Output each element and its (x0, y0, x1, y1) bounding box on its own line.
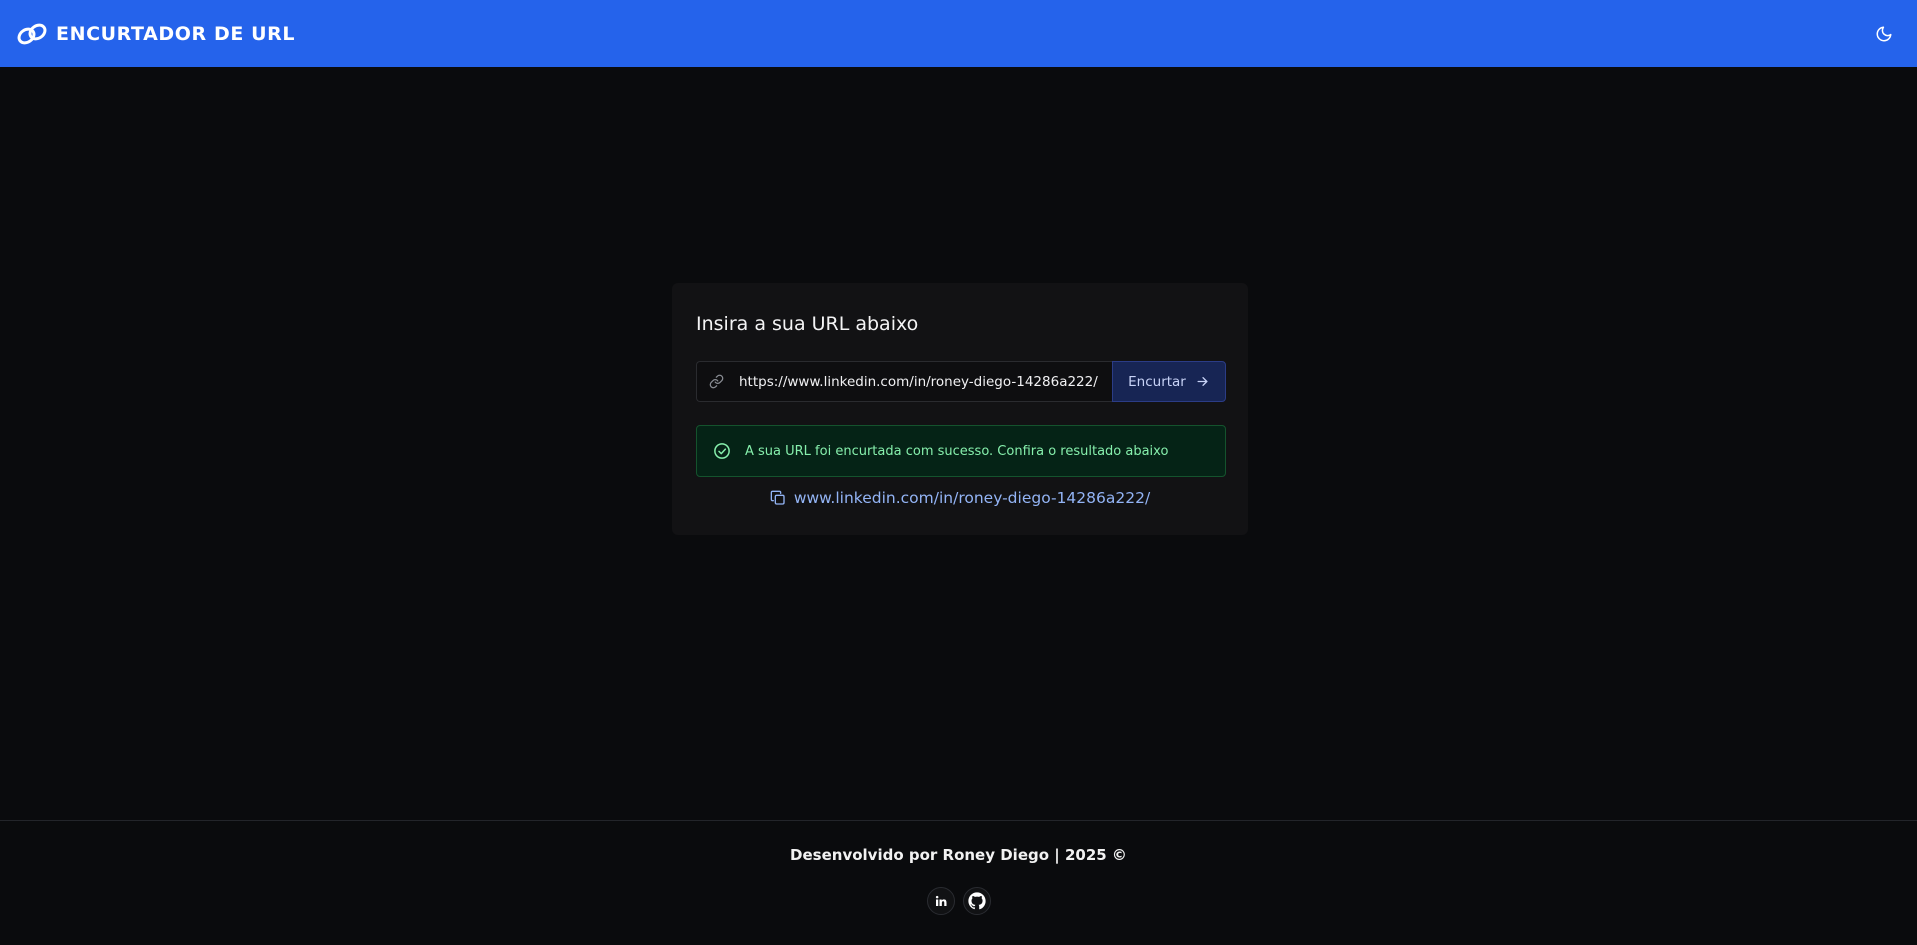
shorten-button-label: Encurtar (1128, 373, 1186, 390)
app-title: ENCURTADOR DE URL (56, 22, 296, 45)
short-url-link[interactable]: www.linkedin.com/in/roney-diego-14286a22… (794, 489, 1150, 507)
footer-credit: Desenvolvido por Roney Diego | 2025 © (790, 846, 1127, 864)
theme-toggle-button[interactable] (1869, 19, 1899, 49)
link-icon (709, 373, 727, 391)
brand: ENCURTADOR DE URL (16, 20, 295, 48)
page-footer: Desenvolvido por Roney Diego | 2025 © (0, 820, 1917, 945)
top-header: ENCURTADOR DE URL (0, 0, 1917, 67)
github-link[interactable] (962, 887, 991, 915)
short-url-result: www.linkedin.com/in/roney-diego-14286a22… (672, 486, 1248, 510)
app: ENCURTADOR DE URL Insira a sua URL abaix… (0, 0, 1917, 945)
check-circle-icon (713, 441, 733, 461)
github-icon (967, 892, 986, 910)
shortener-card: Insira a sua URL abaixo Encurtar (672, 283, 1248, 535)
success-alert-text: A sua URL foi encurtada com sucesso. Con… (745, 443, 1169, 459)
social-links (0, 887, 1917, 915)
arrow-right-icon (1196, 375, 1210, 389)
url-input[interactable] (739, 373, 1112, 390)
link-chain-icon (16, 20, 48, 48)
url-input-wrapper (696, 361, 1112, 402)
shorten-button[interactable]: Encurtar (1112, 361, 1226, 402)
moon-icon (1875, 25, 1893, 43)
copy-icon[interactable] (770, 489, 788, 507)
card-title: Insira a sua URL abaixo (696, 313, 919, 335)
success-alert: A sua URL foi encurtada com sucesso. Con… (696, 425, 1226, 477)
url-input-group: Encurtar (696, 361, 1226, 402)
linkedin-icon (935, 895, 947, 907)
linkedin-link[interactable] (926, 887, 955, 915)
